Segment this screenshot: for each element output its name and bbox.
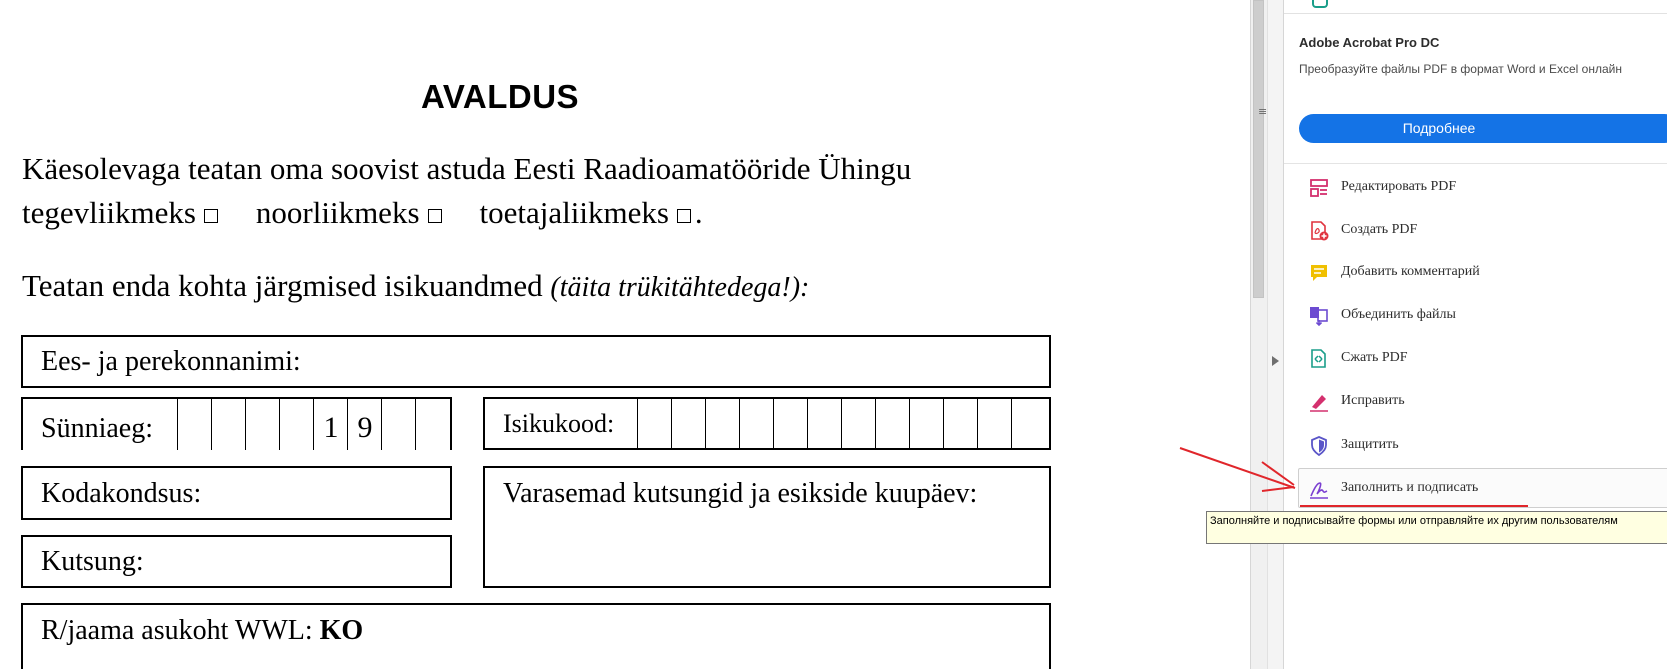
birthdate-cell[interactable]: 9 (347, 399, 382, 450)
id-code-cell[interactable] (807, 399, 842, 448)
callsign-field-label: Kutsung: (41, 546, 144, 577)
location-field-label: R/jaama asukoht WWL: KO (41, 615, 363, 647)
callsign-field-box[interactable]: Kutsung: (21, 535, 452, 588)
id-code-cell[interactable] (943, 399, 978, 448)
edit-pdf-icon (1310, 179, 1328, 197)
tool-label: Защитить (1341, 437, 1399, 452)
citizenship-field-label: Kodakondsus: (41, 478, 202, 509)
pane-divider[interactable] (1267, 0, 1284, 669)
id-code-cell[interactable] (773, 399, 808, 448)
comment-icon (1311, 265, 1327, 281)
checkbox-toetajaliikmeks[interactable] (676, 209, 691, 223)
id-code-cell[interactable] (1011, 399, 1050, 448)
personal-data-note: (täita trükitähtedega!): (550, 272, 810, 303)
previous-callsigns-field-label: Varasemad kutsungid ja esikside kuupäev: (503, 478, 978, 509)
document-scrollbar[interactable]: ≡ (1250, 0, 1267, 669)
birthdate-cell[interactable] (381, 399, 416, 450)
id-code-cell[interactable] (875, 399, 910, 448)
location-label-text: R/jaama asukoht WWL: (41, 615, 313, 646)
id-code-cell[interactable] (705, 399, 740, 448)
previous-callsigns-field-box[interactable]: Varasemad kutsungid ja esikside kuupäev: (483, 466, 1051, 588)
birthdate-field-box[interactable]: Sünniaeg: 1 9 (21, 397, 452, 450)
tool-protect[interactable]: Защитить (1284, 428, 1667, 464)
collapse-pane-arrow-icon[interactable] (1272, 356, 1279, 366)
tool-add-comment[interactable]: Добавить комментарий (1284, 255, 1667, 291)
option-noorliikmeks: noorliikmeks (255, 195, 420, 230)
create-pdf-icon (1311, 221, 1329, 241)
fill-sign-tooltip: Заполняйте и подписывайте формы или отпр… (1206, 511, 1667, 544)
name-field-label: Ees- ja perekonnanimi: (41, 346, 301, 377)
location-value: KO (319, 615, 364, 646)
tool-label: Сжать PDF (1341, 350, 1408, 365)
scrollbar-thumb[interactable]: ≡ (1253, 0, 1268, 298)
name-field-box[interactable]: Ees- ja perekonnanimi: (21, 335, 1051, 388)
personal-data-text: Teatan enda kohta järgmised isikuandmed (22, 268, 543, 303)
id-code-cell[interactable] (739, 399, 774, 448)
intro-line: Käesolevaga teatan oma soovist astuda Ee… (22, 151, 912, 186)
document-title: AVALDUS (420, 78, 580, 115)
protect-icon (1311, 436, 1327, 456)
id-code-cell[interactable] (637, 399, 672, 448)
tool-combine-files[interactable]: Объединить файлы (1284, 298, 1667, 334)
tool-label: Исправить (1341, 393, 1405, 408)
checkbox-noorliikmeks[interactable] (427, 209, 442, 223)
personal-data-line: Teatan enda kohta järgmised isikuandmed … (22, 268, 809, 304)
tool-compress-pdf[interactable]: Сжать PDF (1284, 341, 1667, 377)
tool-label: Редактировать PDF (1341, 179, 1457, 194)
compress-pdf-icon (1311, 349, 1326, 368)
sentence-end: . (694, 195, 703, 230)
tool-label: Добавить комментарий (1341, 264, 1480, 279)
combine-files-icon (1310, 307, 1328, 326)
fill-sign-icon (1310, 482, 1328, 499)
tool-edit-pdf[interactable]: Редактировать PDF (1284, 170, 1667, 206)
birthdate-cell[interactable] (177, 399, 212, 450)
birthdate-cell[interactable]: 1 (313, 399, 348, 450)
pdf-document-page: AVALDUS Käesolevaga teatan oma soovist a… (0, 0, 1250, 669)
id-code-field-label: Isikukood: (503, 409, 615, 438)
tool-label: Заполнить и подписать (1341, 480, 1479, 495)
redact-icon (1310, 395, 1328, 412)
tool-create-pdf[interactable]: Создать PDF (1284, 213, 1667, 249)
birthdate-cell[interactable] (279, 399, 314, 450)
tool-redact[interactable]: Исправить (1284, 384, 1667, 420)
birthdate-cell[interactable] (415, 399, 450, 450)
birthdate-cell[interactable] (211, 399, 246, 450)
id-code-cell[interactable] (977, 399, 1012, 448)
birthdate-cell[interactable] (245, 399, 280, 450)
id-code-cell[interactable] (841, 399, 876, 448)
id-code-field-box[interactable]: Isikukood: (483, 397, 1051, 450)
tool-fill-and-sign[interactable]: Заполнить и подписать (1284, 471, 1667, 507)
tool-label: Объединить файлы (1341, 307, 1456, 322)
grip-icon: ≡ (1258, 105, 1268, 118)
membership-options-line: tegevliikmeks noorliikmeks toetajaliikmeks… (22, 195, 703, 231)
location-field-box[interactable]: R/jaama asukoht WWL: KO (21, 603, 1051, 669)
checkbox-tegevliikmeks[interactable] (203, 209, 218, 223)
tool-label: Создать PDF (1341, 222, 1418, 237)
tools-list: Редактировать PDF Создать PDF Добавить к… (1284, 0, 1667, 669)
id-code-cell[interactable] (909, 399, 944, 448)
option-tegevliikmeks: tegevliikmeks (22, 195, 196, 230)
id-code-cell[interactable] (671, 399, 706, 448)
citizenship-field-box[interactable]: Kodakondsus: (21, 466, 452, 520)
option-toetajaliikmeks: toetajaliikmeks (479, 195, 669, 230)
birthdate-field-label: Sünniaeg: (41, 413, 153, 444)
